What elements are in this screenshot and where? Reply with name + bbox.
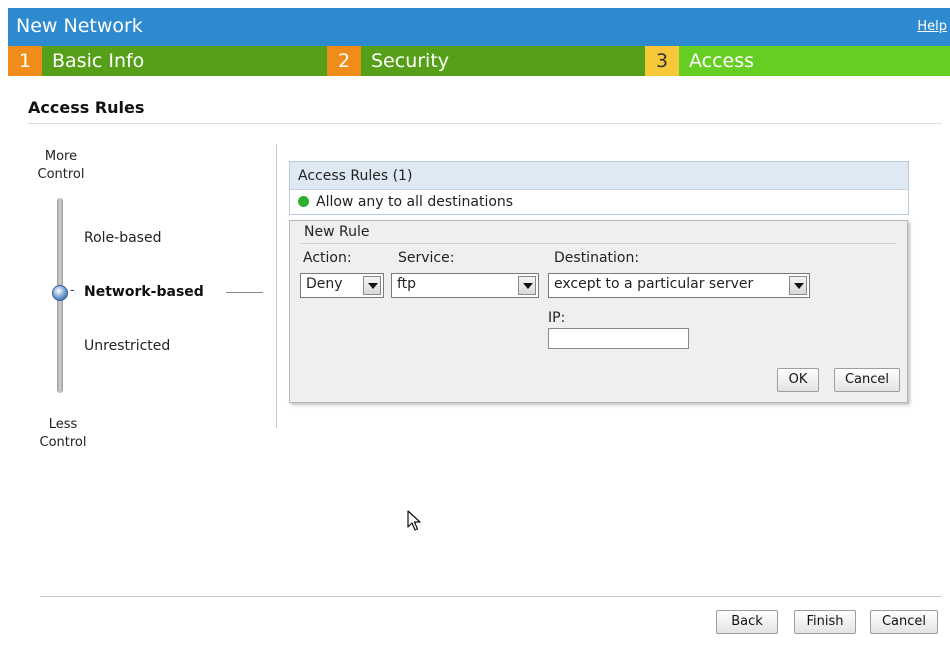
selected-marker: - — [70, 283, 75, 298]
dropdown-arrow-icon[interactable] — [789, 276, 807, 295]
vertical-divider — [276, 144, 277, 428]
ip-label: IP: — [548, 310, 566, 326]
more-label: More — [44, 149, 78, 164]
mouse-pointer-icon — [407, 510, 421, 536]
more-control-label: More Control — [36, 148, 86, 184]
cancel-button[interactable]: Cancel — [870, 610, 938, 634]
help-link[interactable]: Help — [917, 19, 947, 34]
step-label: Access — [679, 46, 950, 76]
wizard-steps: 1 Basic Info 2 Security 3 Access — [8, 46, 950, 76]
back-button[interactable]: Back — [716, 610, 778, 634]
access-level-slider: More Control Role-based - Network-based … — [0, 140, 280, 450]
step-security[interactable]: 2 Security — [327, 46, 645, 76]
ip-input[interactable] — [548, 328, 689, 349]
option-network-based[interactable]: Network-based — [84, 284, 204, 300]
dialog-title: New Network — [16, 15, 143, 37]
step-number: 1 — [8, 46, 42, 76]
footer-divider — [40, 596, 942, 597]
selected-indicator-line — [226, 292, 263, 293]
green-dot-icon — [298, 196, 309, 207]
title-bar: New Network Help — [8, 8, 950, 46]
rule-row[interactable]: Allow any to all destinations — [290, 190, 908, 214]
step-access[interactable]: 3 Access — [645, 46, 950, 76]
step-basic-info[interactable]: 1 Basic Info — [8, 46, 327, 76]
action-select[interactable]: Deny — [300, 273, 384, 298]
less-control-label: Less Control — [33, 416, 93, 452]
service-label: Service: — [398, 250, 455, 266]
destination-label: Destination: — [554, 250, 640, 266]
step-number: 3 — [645, 46, 679, 76]
new-rule-panel: New Rule Action: Service: Destination: D… — [289, 220, 908, 403]
ok-button[interactable]: OK — [777, 368, 819, 392]
service-select[interactable]: ftp — [391, 273, 539, 298]
control-label: Control — [37, 167, 85, 182]
rule-text: Allow any to all destinations — [316, 194, 514, 210]
dropdown-arrow-icon[interactable] — [518, 276, 536, 295]
access-rules-list: Access Rules (1) Allow any to all destin… — [289, 161, 909, 215]
destination-value: except to a particular server — [554, 276, 754, 292]
section-divider — [28, 123, 942, 124]
step-number: 2 — [327, 46, 361, 76]
option-role-based[interactable]: Role-based — [84, 230, 161, 246]
step-label: Security — [361, 46, 645, 76]
control-label: Control — [39, 435, 87, 450]
action-value: Deny — [306, 276, 343, 292]
destination-select[interactable]: except to a particular server — [548, 273, 810, 298]
rules-header: Access Rules (1) — [290, 162, 908, 190]
dropdown-arrow-icon[interactable] — [363, 276, 381, 295]
option-unrestricted[interactable]: Unrestricted — [84, 338, 170, 354]
action-label: Action: — [303, 250, 352, 266]
less-label: Less — [48, 417, 78, 432]
finish-button[interactable]: Finish — [794, 610, 856, 634]
step-label: Basic Info — [42, 46, 327, 76]
service-value: ftp — [397, 276, 417, 292]
new-rule-title: New Rule — [304, 224, 370, 240]
new-rule-divider — [300, 243, 896, 244]
section-title: Access Rules — [28, 98, 145, 117]
rule-cancel-button[interactable]: Cancel — [834, 368, 900, 392]
slider-knob-icon[interactable] — [52, 285, 68, 301]
